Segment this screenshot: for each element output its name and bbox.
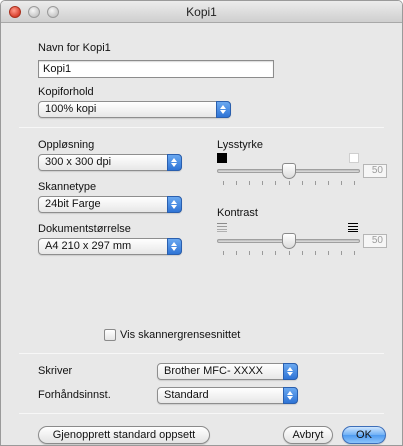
brightness-slider-thumb[interactable] — [282, 163, 296, 179]
scan-type-value: 24bit Farge — [45, 198, 101, 210]
brightness-label: Lysstyrke — [217, 139, 264, 151]
printer-select[interactable]: Brother MFC- XXXX — [157, 363, 298, 380]
document-size-select[interactable]: A4 210 x 297 mm — [38, 238, 182, 255]
preset-select[interactable]: Standard — [157, 387, 298, 404]
select-arrows-icon — [167, 154, 182, 171]
document-size-label: Dokumentstørrelse — [38, 223, 131, 235]
titlebar: Kopi1 — [1, 1, 402, 23]
window-title: Kopi1 — [186, 5, 217, 19]
copy-ratio-select[interactable]: 100% kopi — [38, 101, 231, 118]
select-arrows-icon — [216, 101, 231, 118]
preset-value: Standard — [164, 389, 209, 401]
name-label: Navn for Kopi1 — [38, 42, 111, 54]
low-contrast-icon — [217, 223, 227, 232]
printer-value: Brother MFC- XXXX — [164, 365, 264, 377]
contrast-slider-thumb[interactable] — [282, 233, 296, 249]
copy-settings-window: Kopi1 Navn for Kopi1 Kopi1 Kopiforhold 1… — [0, 0, 403, 446]
printer-label: Skriver — [38, 365, 73, 377]
preset-label: Forhåndsinnst. — [38, 389, 111, 401]
light-brightness-icon — [349, 153, 359, 163]
scan-type-label: Skannetype — [38, 181, 97, 193]
contrast-label: Kontrast — [217, 207, 258, 219]
copy-ratio-label: Kopiforhold — [38, 86, 94, 98]
scanner-interface-checkbox[interactable] — [104, 329, 116, 341]
brightness-ticks — [223, 181, 355, 186]
select-arrows-icon — [167, 238, 182, 255]
name-input[interactable]: Kopi1 — [38, 60, 274, 78]
ok-button[interactable]: OK — [342, 426, 386, 444]
scan-type-select[interactable]: 24bit Farge — [38, 196, 182, 213]
restore-defaults-button[interactable]: Gjenopprett standard oppsett — [38, 426, 210, 444]
select-arrows-icon — [167, 196, 182, 213]
cancel-button[interactable]: Avbryt — [283, 426, 333, 444]
section-divider — [19, 353, 384, 354]
resolution-value: 300 x 300 dpi — [45, 156, 112, 168]
copy-ratio-value: 100% kopi — [45, 103, 97, 115]
contrast-value: 50 — [363, 234, 387, 248]
brightness-value: 50 — [363, 164, 387, 178]
resolution-select[interactable]: 300 x 300 dpi — [38, 154, 182, 171]
select-arrows-icon — [283, 387, 298, 404]
scanner-interface-label[interactable]: Vis skannergrensesnittet — [120, 329, 240, 341]
high-contrast-icon — [348, 223, 358, 232]
dark-brightness-icon — [217, 153, 227, 163]
document-size-value: A4 210 x 297 mm — [45, 240, 132, 252]
select-arrows-icon — [283, 363, 298, 380]
contrast-ticks — [223, 251, 355, 256]
resolution-label: Oppløsning — [38, 139, 95, 151]
section-divider — [19, 127, 384, 128]
section-divider — [19, 413, 384, 414]
